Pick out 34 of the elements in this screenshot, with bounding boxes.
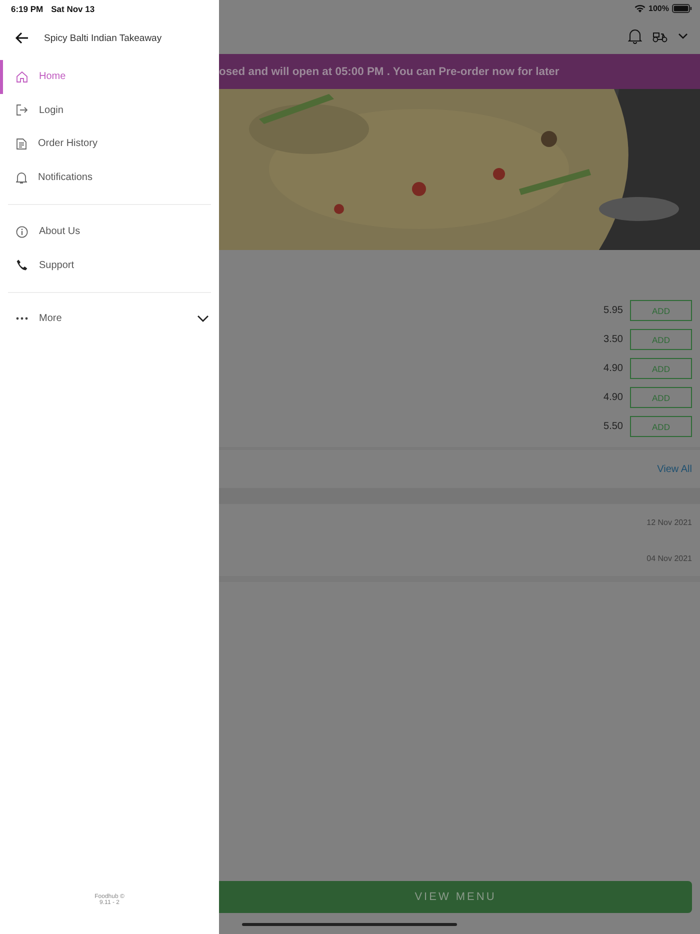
view-menu-button[interactable]: VIEW MENU (219, 881, 692, 913)
battery-percentage: 100% (648, 4, 669, 13)
more-menu-item[interactable]: More (0, 302, 219, 336)
phone-icon (16, 259, 28, 272)
wifi-icon (634, 4, 646, 13)
battery-icon (672, 4, 692, 13)
chevron-icon (197, 315, 209, 322)
chevron-down-icon[interactable] (678, 32, 688, 38)
item-price: 4.90 (604, 363, 623, 374)
closed-notice-text: osed and will open at 05:00 PM . You can Pre-order now for later (219, 66, 560, 78)
bell-icon (16, 170, 27, 184)
more-dots-icon (16, 317, 28, 320)
document-icon (16, 138, 27, 150)
item-price: 4.90 (604, 392, 623, 403)
item-price: 5.95 (604, 305, 623, 316)
restaurant-name: Spicy Balti Indian Takeaway (44, 32, 162, 44)
home-icon (16, 70, 28, 83)
order-date: 04 Nov 2021 (646, 554, 692, 562)
status-time: 6:19 PM (11, 4, 44, 14)
menu-item[interactable]: Order History (0, 127, 219, 160)
menu-item[interactable]: Login (0, 94, 219, 127)
bell-icon[interactable] (628, 28, 642, 44)
login-icon (16, 104, 28, 116)
item-price: 5.50 (604, 421, 623, 432)
view-all-link[interactable]: View All (657, 464, 692, 474)
status-date: Sat Nov 13 (51, 4, 95, 14)
info-icon (16, 226, 28, 238)
menu-item[interactable]: About Us (0, 215, 219, 248)
menu-item[interactable]: Support (0, 248, 219, 282)
order-date: 12 Nov 2021 (646, 518, 692, 526)
item-price: 3.50 (604, 334, 623, 345)
back-arrow-icon[interactable] (15, 32, 29, 44)
menu-item[interactable]: Notifications (0, 160, 219, 194)
menu-item[interactable]: Home (0, 60, 219, 94)
